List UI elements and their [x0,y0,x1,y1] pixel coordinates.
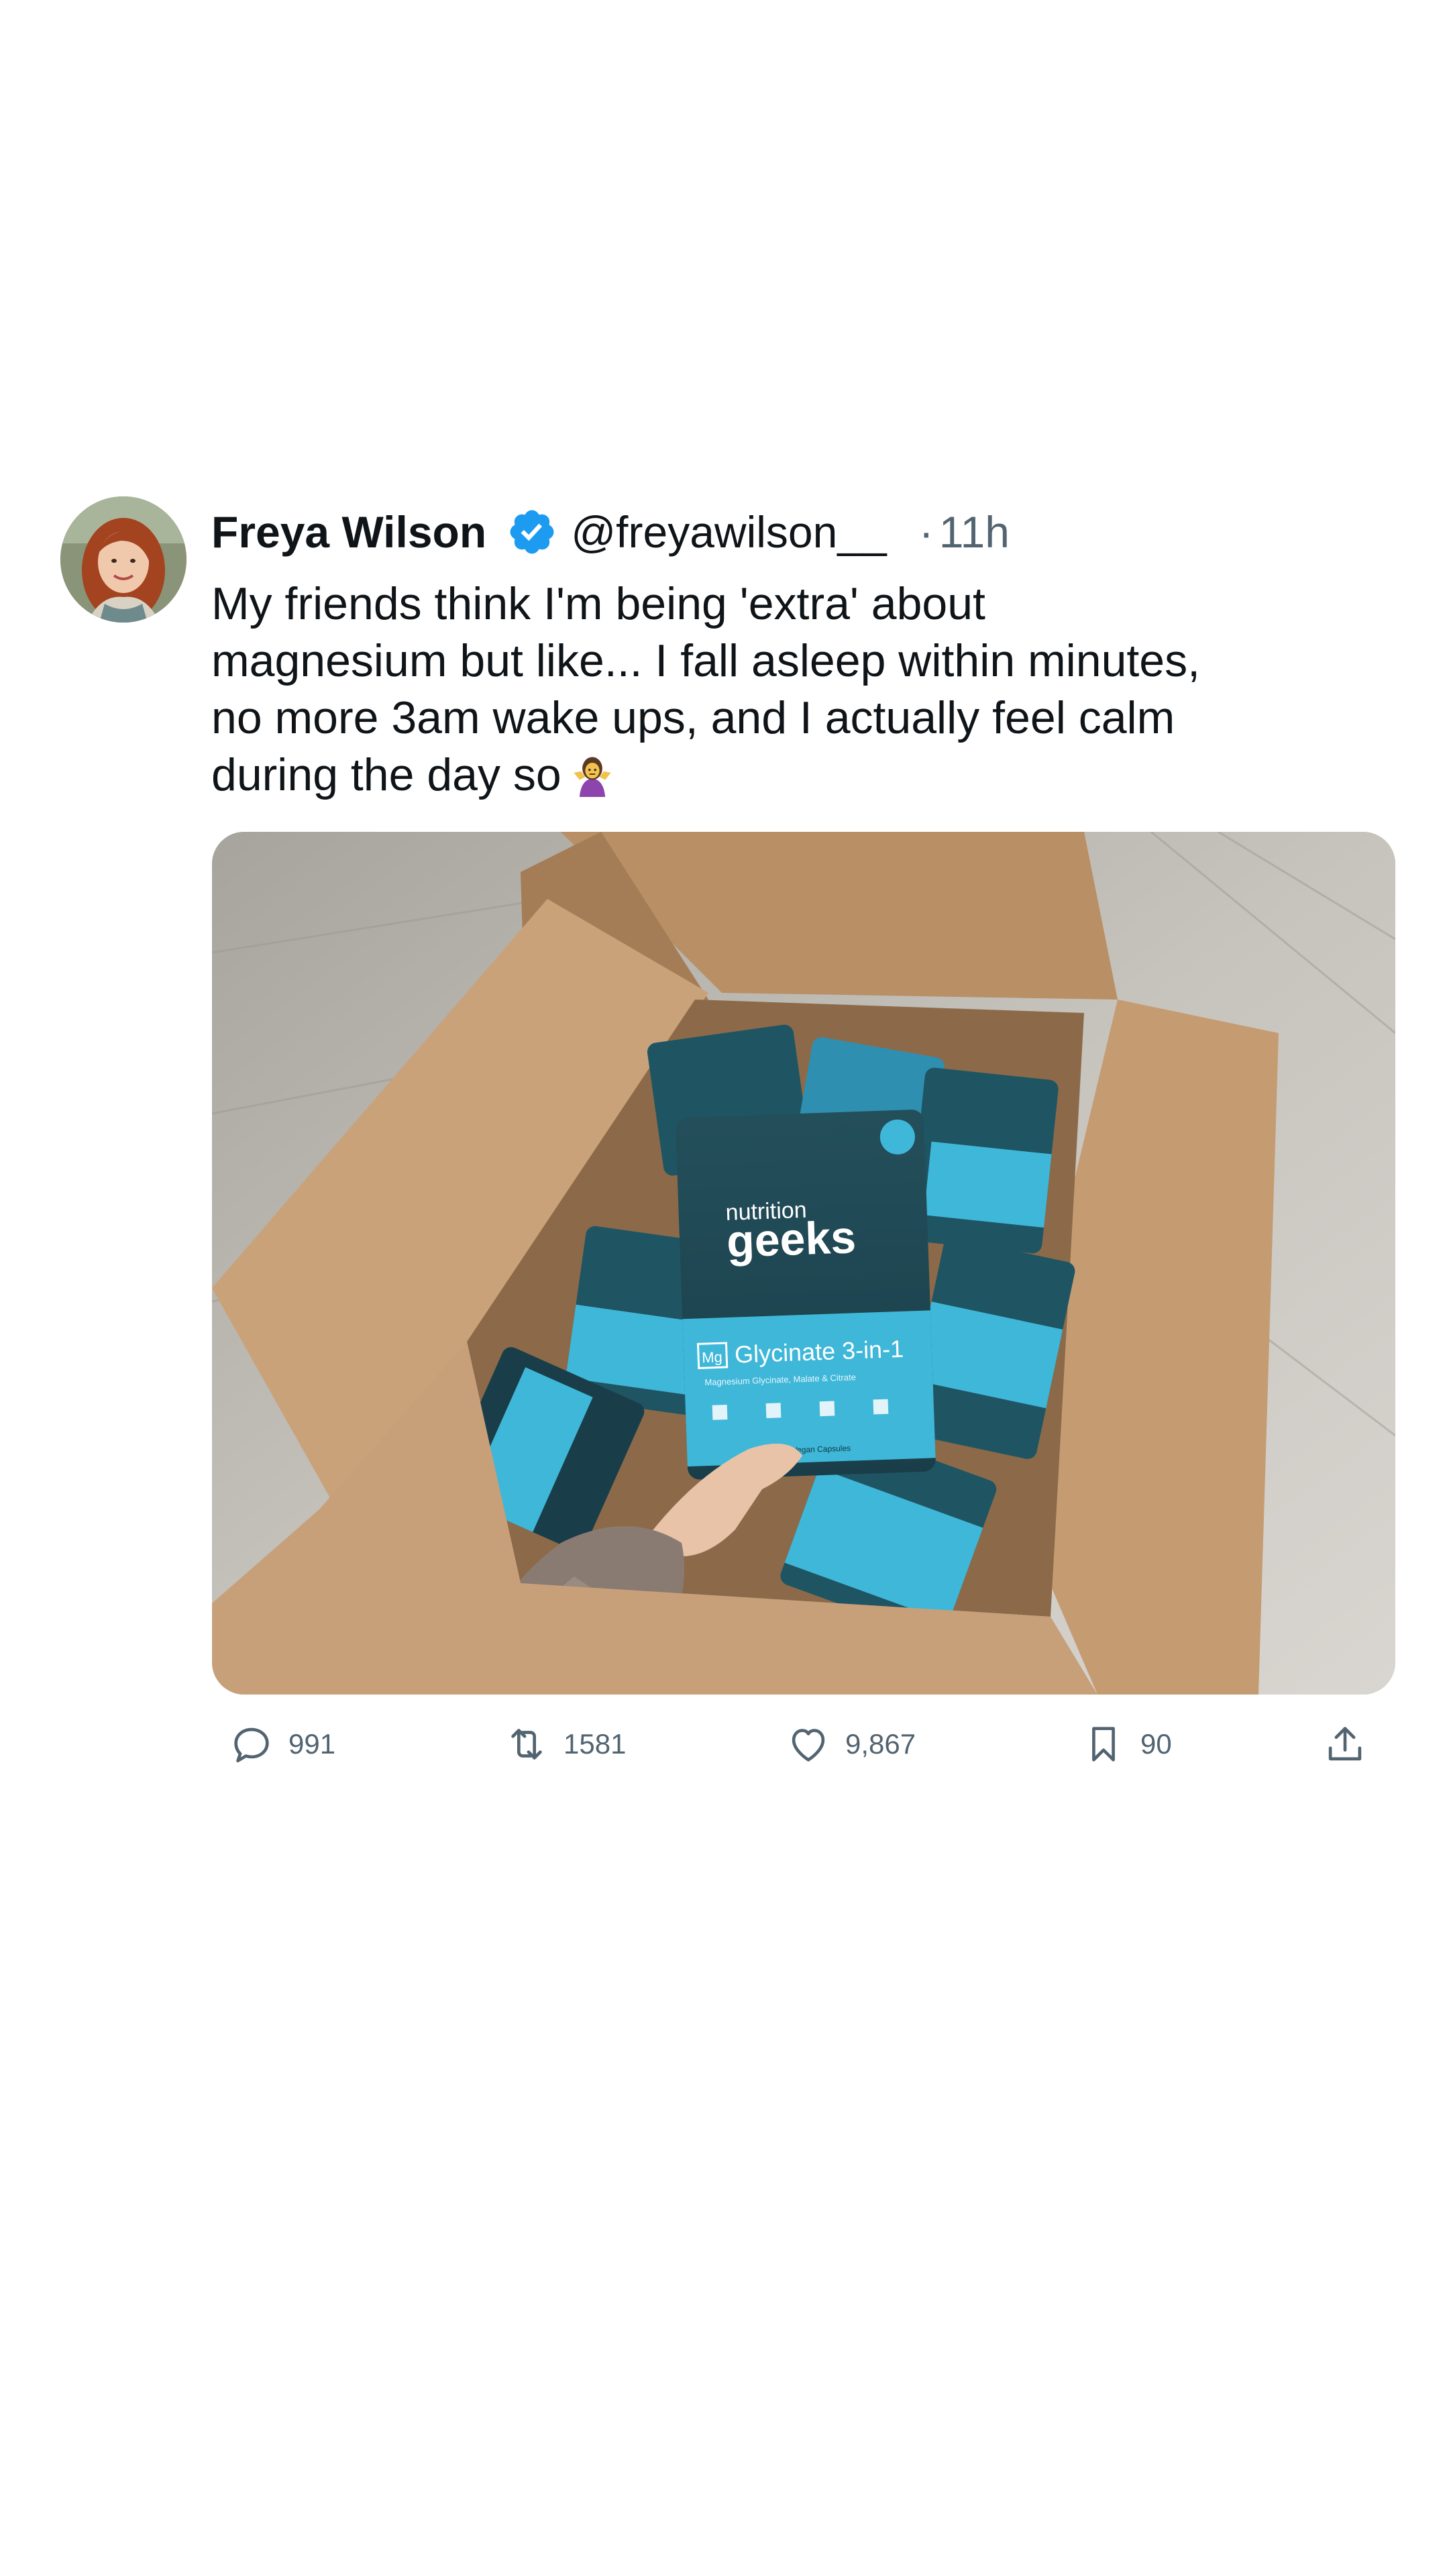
reply-icon [228,1721,275,1768]
tweet-text-line: during the day so [211,749,561,800]
like-button[interactable]: 9,867 [785,1717,916,1771]
reply-count: 991 [288,1728,336,1760]
heart-icon [785,1721,832,1768]
user-handle[interactable]: @freyawilson__ [571,506,887,557]
person-shrugging-emoji-icon [570,751,615,797]
tweet-text-line: magnesium but like... I fall asleep with… [211,635,1201,686]
retweet-icon [503,1721,550,1768]
share-button[interactable] [1322,1717,1382,1771]
tweet-header: Freya Wilson @freyawilson__ · 11h [211,502,1010,562]
bookmark-button[interactable]: 90 [1080,1717,1172,1771]
product-badge-text: Mg [702,1348,722,1366]
retweet-button[interactable]: 1581 [503,1717,626,1771]
like-count: 9,867 [845,1728,916,1760]
avatar-image [60,496,186,623]
display-name[interactable]: Freya Wilson [211,506,486,557]
share-icon [1322,1721,1368,1768]
retweet-count: 1581 [564,1728,627,1760]
brand-name-text: geeks [726,1212,857,1267]
tweet-text-line: no more 3am wake ups, and I actually fee… [211,692,1175,743]
timestamp[interactable]: 11h [939,506,1010,557]
product-box-photo: nutrition geeks Mg Glycinate 3-in-1 Magn… [212,832,1395,1695]
bookmark-icon [1080,1721,1127,1768]
separator-dot: · [918,507,934,557]
tweet-text-line: My friends think I'm being 'extra' about [211,578,985,629]
tweet-text: My friends think I'm being 'extra' about… [211,576,1392,804]
bookmark-count: 90 [1140,1728,1172,1760]
tweet-actions: 991 1581 9,867 90 [221,1717,1409,1771]
reply-button[interactable]: 991 [228,1717,335,1771]
verified-badge-icon [506,506,557,557]
tweet-text-line-last: during the day so [211,747,1392,804]
tweet-media-photo[interactable]: nutrition geeks Mg Glycinate 3-in-1 Magn… [212,832,1395,1695]
avatar[interactable] [60,496,186,623]
